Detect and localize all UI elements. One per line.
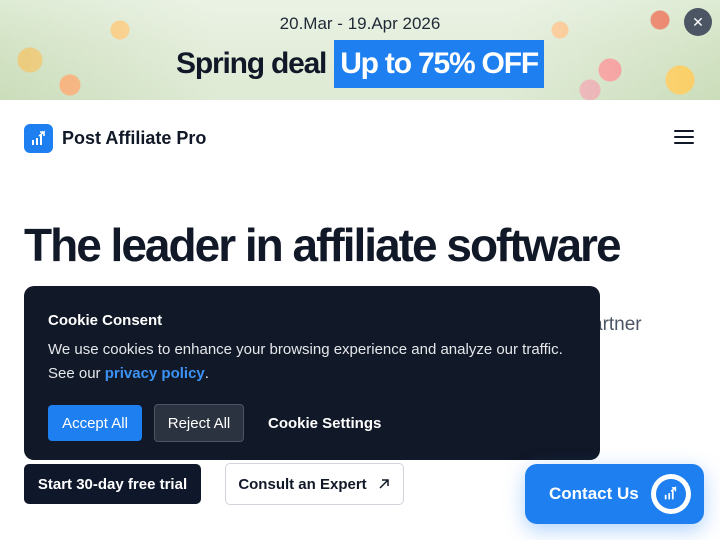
hero-title: The leader in affiliate software	[24, 219, 622, 271]
accept-all-button[interactable]: Accept All	[48, 405, 142, 441]
brand-logo[interactable]: Post Affiliate Pro	[24, 124, 206, 153]
hamburger-icon[interactable]	[674, 130, 694, 146]
privacy-policy-link[interactable]: privacy policy	[105, 365, 205, 382]
cookie-consent-dialog: Cookie Consent We use cookies to enhance…	[24, 286, 600, 460]
start-trial-button[interactable]: Start 30-day free trial	[24, 464, 201, 504]
site-header: Post Affiliate Pro	[0, 100, 720, 176]
chart-arrow-icon	[655, 479, 686, 509]
cookie-text-suffix: .	[204, 365, 209, 382]
cookie-title: Cookie Consent	[48, 312, 163, 329]
contact-us-button[interactable]: Contact Us	[525, 464, 704, 524]
cookie-text-prefix: See our	[48, 365, 101, 382]
contact-us-label: Contact Us	[549, 484, 639, 503]
close-icon[interactable]: ✕	[684, 8, 712, 36]
promo-headline: Spring deal Up to 75% OFF	[0, 40, 720, 88]
cookie-text-line2: See our privacy policy.	[48, 362, 576, 386]
brand-name: Post Affiliate Pro	[62, 128, 207, 148]
reject-all-button[interactable]: Reject All	[154, 404, 244, 442]
contact-avatar	[650, 474, 691, 514]
promo-banner[interactable]: 20.Mar - 19.Apr 2026 Spring deal Up to 7…	[0, 0, 720, 100]
arrow-up-right-icon	[379, 479, 389, 489]
consult-expert-label: Consult an Expert	[238, 475, 367, 493]
promo-offer-badge: Up to 75% OFF	[334, 40, 544, 88]
chart-arrow-icon	[24, 124, 53, 153]
cookie-text-line1: We use cookies to enhance your browsing …	[48, 341, 563, 358]
cookie-description: We use cookies to enhance your browsing …	[48, 338, 576, 386]
promo-dates: 20.Mar - 19.Apr 2026	[279, 14, 441, 33]
cookie-actions: Accept All Reject All Cookie Settings	[48, 404, 576, 442]
cookie-settings-button[interactable]: Cookie Settings	[256, 405, 393, 441]
promo-deal-label: Spring deal	[176, 47, 327, 80]
consult-expert-button[interactable]: Consult an Expert	[225, 463, 404, 505]
